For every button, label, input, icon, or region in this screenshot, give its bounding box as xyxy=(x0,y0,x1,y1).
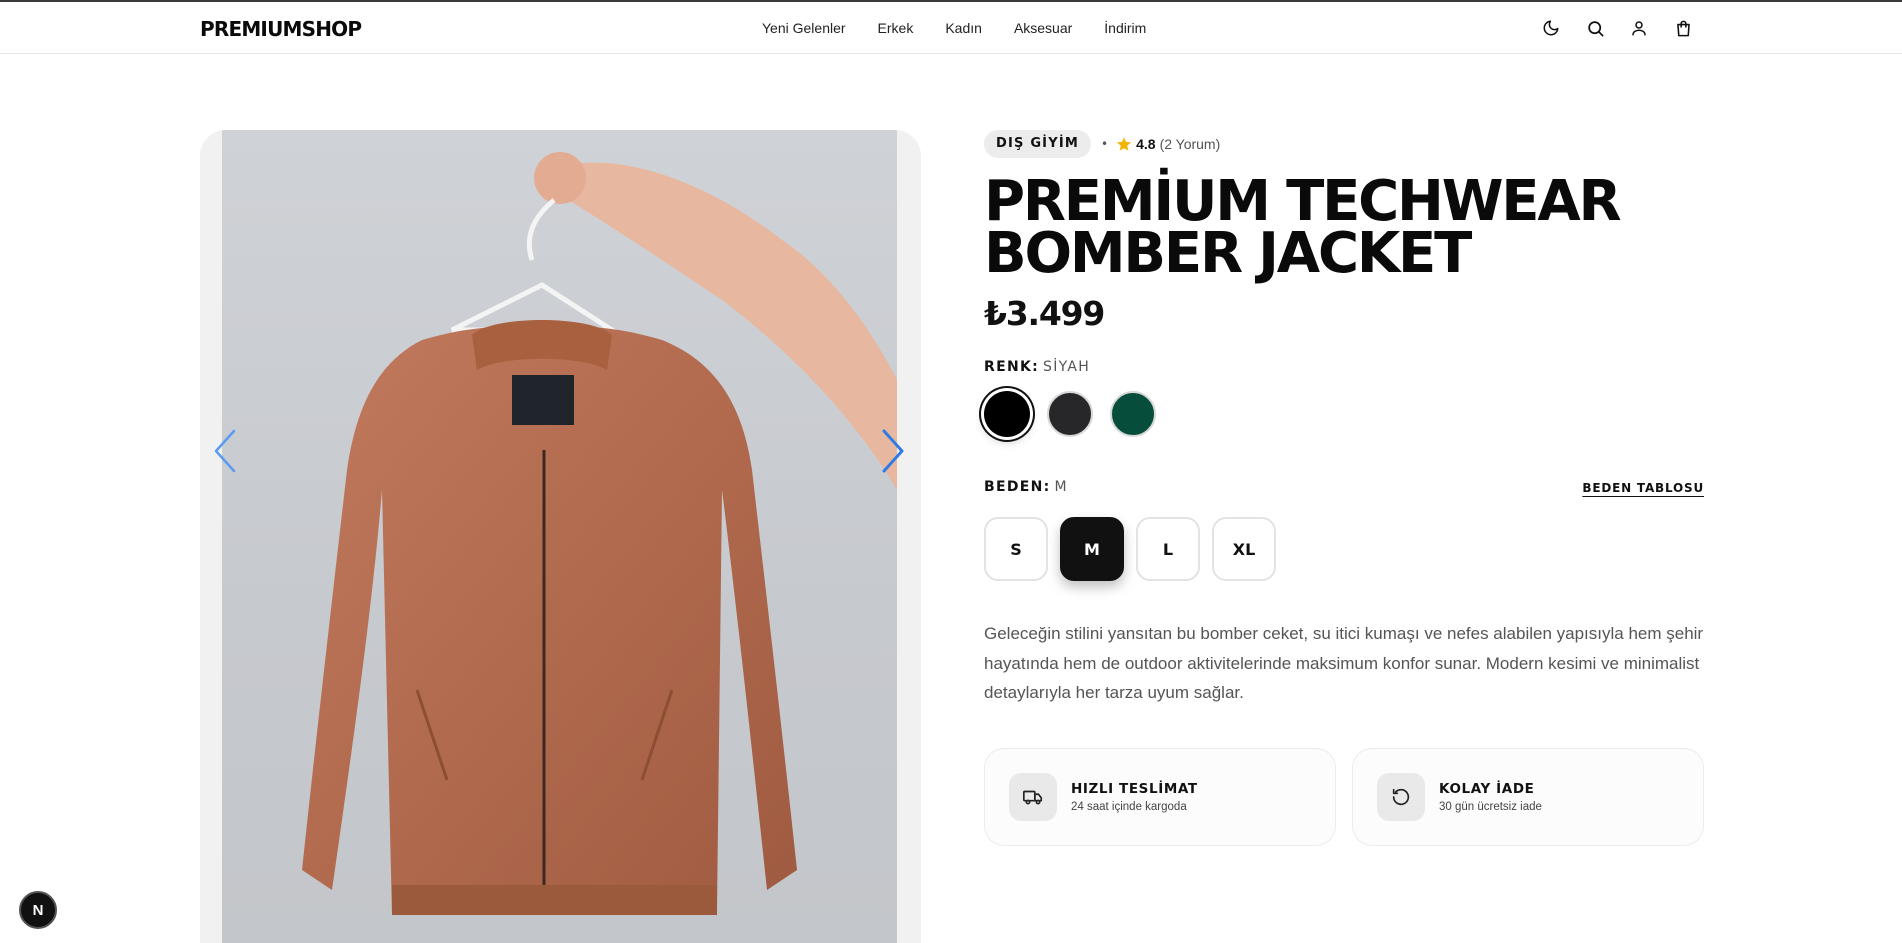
product-title: PREMİUM TECHWEAR BOMBER JACKET xyxy=(984,174,1704,282)
review-count[interactable]: (2 Yorum) xyxy=(1160,136,1221,152)
header-actions xyxy=(1540,17,1694,39)
feature-fast-delivery: HIZLI TESLİMAT 24 saat içinde kargoda xyxy=(984,747,1336,846)
color-selected-value: SİYAH xyxy=(1043,359,1091,375)
dev-tools-badge[interactable]: N xyxy=(19,891,57,929)
nav-sale[interactable]: İndirim xyxy=(1104,20,1146,36)
swatch-green[interactable] xyxy=(1110,391,1156,437)
chevron-right-icon xyxy=(882,429,904,473)
nav-new-arrivals[interactable]: Yeni Gelenler xyxy=(762,20,846,36)
moon-icon[interactable] xyxy=(1540,17,1562,39)
search-icon[interactable] xyxy=(1584,17,1606,39)
product-description: Geleceğin stilini yansıtan bu bomber cek… xyxy=(984,624,1704,702)
size-chart-link[interactable]: BEDEN TABLOSU xyxy=(1582,481,1704,495)
star-icon xyxy=(1117,137,1132,151)
product-meta: DIŞ GİYİM • 4.8 (2 Yorum) xyxy=(984,130,1704,158)
size-options: S M L XL xyxy=(984,517,1704,581)
gallery-next-button[interactable] xyxy=(878,425,908,477)
product-image xyxy=(222,130,897,943)
product-gallery xyxy=(200,130,921,943)
rating-value: 4.8 xyxy=(1136,136,1156,152)
truck-icon xyxy=(1009,772,1057,821)
category-badge[interactable]: DIŞ GİYİM xyxy=(984,130,1092,158)
feature-easy-return: KOLAY İADE 30 gün ücretsiz iade xyxy=(1352,747,1704,846)
color-label-text: RENK: xyxy=(984,359,1040,375)
swatch-black[interactable] xyxy=(984,391,1030,437)
nav-women[interactable]: Kadın xyxy=(945,20,982,36)
site-header: PREMIUMSHOP Yeni Gelenler Erkek Kadın Ak… xyxy=(0,2,1902,54)
product-info: DIŞ GİYİM • 4.8 (2 Yorum) PREMİUM TECHWE… xyxy=(984,130,1704,846)
gallery-prev-button[interactable] xyxy=(210,425,240,477)
color-swatches xyxy=(984,391,1704,437)
size-option-xl[interactable]: XL xyxy=(1212,517,1276,581)
feature-title: HIZLI TESLİMAT xyxy=(1071,780,1198,797)
meta-separator: • xyxy=(1101,137,1109,151)
size-option-l[interactable]: L xyxy=(1136,517,1200,581)
product-title-line2: BOMBER JACKET xyxy=(984,221,1472,286)
nav-men[interactable]: Erkek xyxy=(878,20,914,36)
swatch-charcoal[interactable] xyxy=(1047,391,1093,437)
size-option-s[interactable]: S xyxy=(984,517,1048,581)
return-icon xyxy=(1377,772,1425,821)
size-label-text: BEDEN: xyxy=(984,479,1051,495)
size-selected-value: M xyxy=(1054,479,1068,495)
size-option-m[interactable]: M xyxy=(1060,517,1124,581)
size-header: BEDEN: M BEDEN TABLOSU xyxy=(984,479,1704,499)
product-price: ₺3.499 xyxy=(984,294,1105,333)
main-nav: Yeni Gelenler Erkek Kadın Aksesuar İndir… xyxy=(762,20,1146,36)
shopping-bag-icon[interactable] xyxy=(1672,17,1694,39)
feature-title: KOLAY İADE xyxy=(1439,780,1535,797)
nav-accessories[interactable]: Aksesuar xyxy=(1014,20,1072,36)
user-icon[interactable] xyxy=(1628,17,1650,39)
site-logo[interactable]: PREMIUMSHOP xyxy=(200,17,362,41)
feature-cards: HIZLI TESLİMAT 24 saat içinde kargoda KO… xyxy=(984,747,1704,846)
color-label: RENK: SİYAH xyxy=(984,359,1704,375)
feature-subtitle: 30 gün ücretsiz iade xyxy=(1439,800,1542,813)
chevron-left-icon xyxy=(214,429,236,473)
feature-subtitle: 24 saat içinde kargoda xyxy=(1071,800,1187,813)
